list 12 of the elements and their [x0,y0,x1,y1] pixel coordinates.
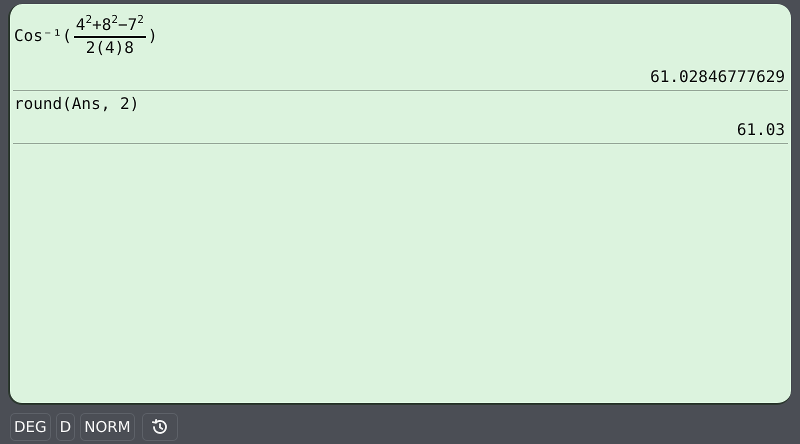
result-text: 61.03 [736,119,785,141]
mode-button[interactable]: DEG [10,413,51,441]
mode-button[interactable]: NORM [80,413,135,441]
history-icon [150,418,169,436]
mode-button[interactable]: D [56,413,76,441]
expression-text: round(Ans, 2) [14,93,140,115]
expression-text: ) [148,25,158,47]
fraction-denominator: 2(4)8 [86,38,134,58]
history-button[interactable] [142,413,178,441]
expression-text: Cos⁻¹( [14,25,72,47]
fraction-numerator: 4$^{2}$+8$^{2}$−7$^{2}$ [74,14,146,38]
result-text: 61.02846777629 [650,66,785,88]
